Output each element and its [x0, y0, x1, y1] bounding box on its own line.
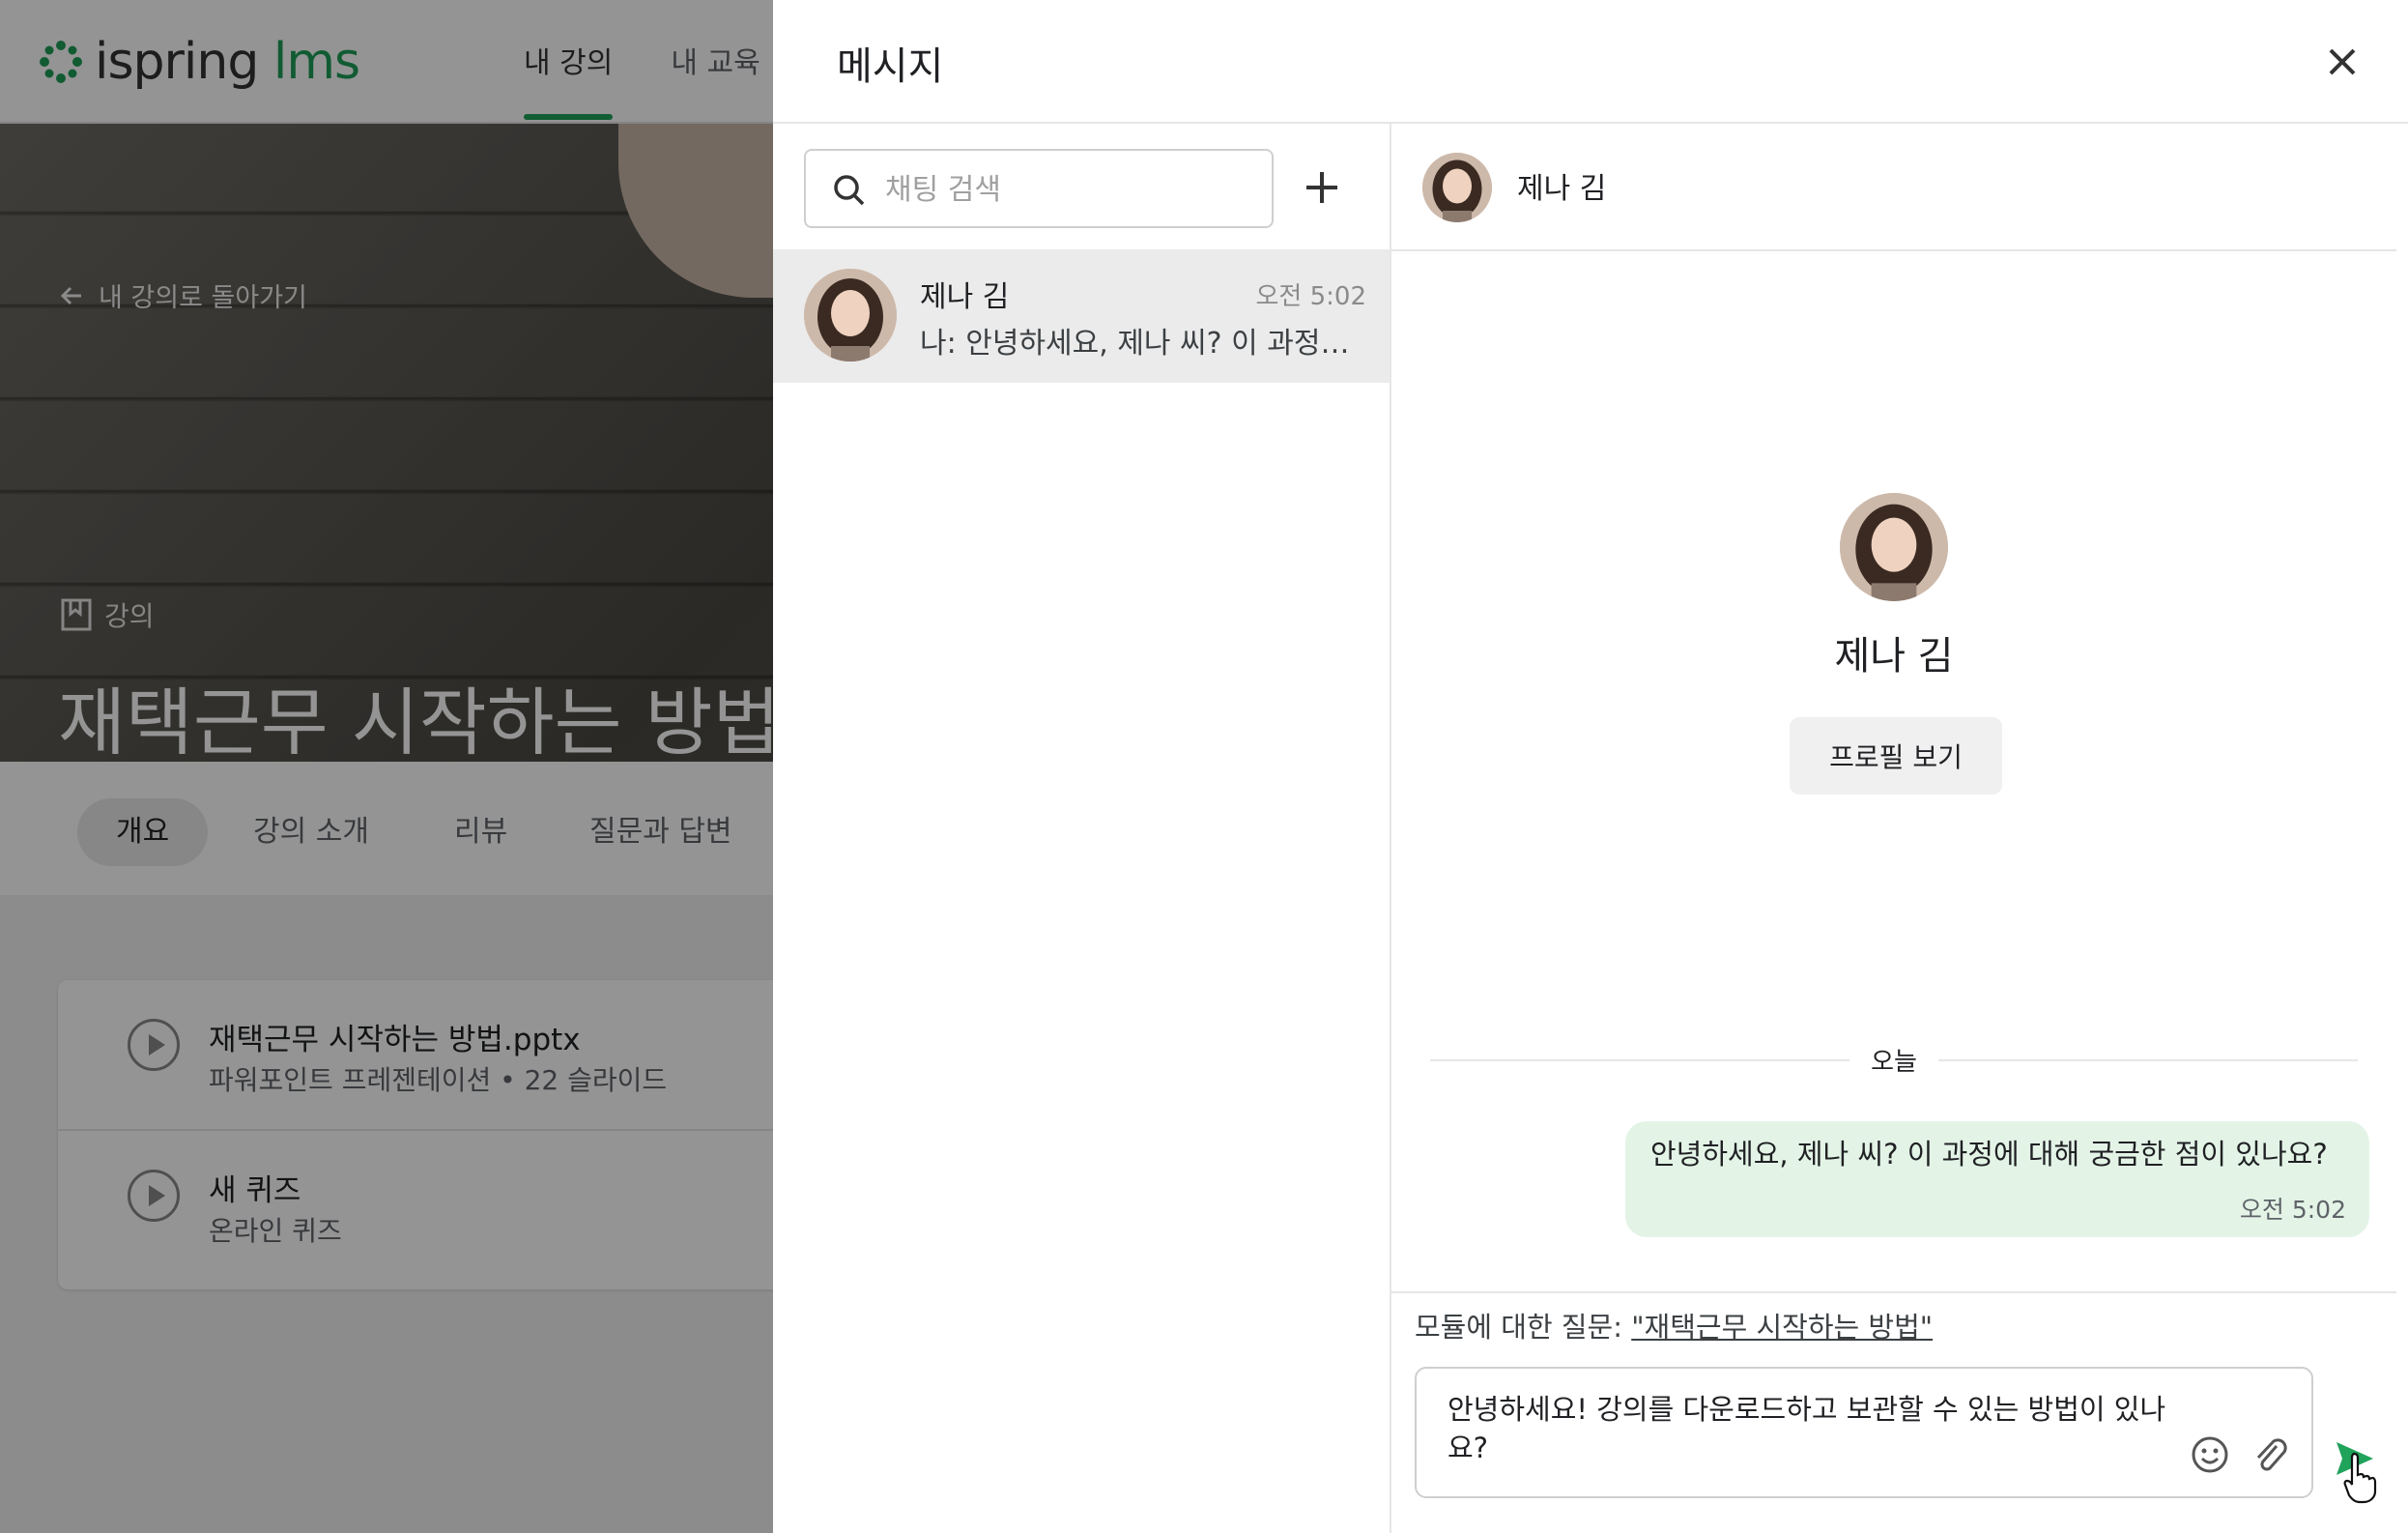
day-label: 오늘	[1849, 1042, 1938, 1078]
avatar-image	[1422, 153, 1492, 222]
message-text: 안녕하세요, 제나 씨? 이 과정에 대해 궁금한 점이 있나요?	[1650, 1138, 2328, 1171]
conversation-list: 제나 김 오전 5:02 나: 안녕하세요, 제나 씨? 이 과정에 대해 궁금…	[773, 124, 1391, 1533]
message-input[interactable]: 안녕하세요! 강의를 다운로드하고 보관할 수 있는 방법이 있나요?	[1448, 1390, 2182, 1467]
avatar-image	[804, 269, 897, 362]
profile-name: 제나 김	[1834, 634, 1954, 679]
attach-icon[interactable]	[2250, 1432, 2288, 1475]
conversation-preview: 나: 안녕하세요, 제나 씨? 이 과정에 대해 궁금한 점이 있나요?	[920, 327, 1364, 361]
chat-header: 제나 김	[1391, 124, 2396, 251]
message-time: 오전 5:02	[2239, 1196, 2346, 1224]
conversation-item[interactable]: 제나 김 오전 5:02 나: 안녕하세요, 제나 씨? 이 과정에 대해 궁금…	[773, 249, 1390, 383]
chat-search	[804, 149, 1274, 228]
context-module-link[interactable]: "재택근무 시작하는 방법"	[1631, 1311, 1933, 1344]
modal-overlay[interactable]	[0, 0, 773, 1533]
conversation-time: 오전 5:02	[1255, 282, 1367, 311]
new-chat-plus-icon[interactable]	[1295, 160, 1349, 215]
avatar	[804, 269, 897, 362]
outgoing-message: 안녕하세요, 제나 씨? 이 과정에 대해 궁금한 점이 있나요? 오전 5:0…	[1625, 1121, 2369, 1237]
messages-drawer: 메시지 제나 김 오전 5:02 나: 안녕하세요, 제나 씨? 이 과정에 대…	[773, 0, 2408, 1533]
message-composer[interactable]: 안녕하세요! 강의를 다운로드하고 보관할 수 있는 방법이 있나요?	[1415, 1367, 2313, 1498]
chat-header-name[interactable]: 제나 김	[1517, 164, 1606, 207]
hand-cursor-icon	[2343, 1452, 2377, 1504]
close-icon[interactable]	[2319, 39, 2365, 85]
chat-search-input[interactable]	[883, 162, 1260, 217]
composer-divider	[1391, 1291, 2396, 1293]
chat-panel: 제나 김 제나 김 프로필 보기 오늘 안녕하세요, 제나 씨? 이 과정에 대…	[1391, 124, 2408, 1533]
drawer-title: 메시지	[837, 44, 944, 89]
context-prefix: 모듈에 대한 질문:	[1415, 1311, 1632, 1344]
module-context: 모듈에 대한 질문: "재택근무 시작하는 방법"	[1415, 1305, 1933, 1345]
conversation-name: 제나 김	[920, 280, 1010, 314]
emoji-icon[interactable]	[2190, 1434, 2230, 1475]
avatar[interactable]	[1422, 153, 1492, 222]
search-icon	[834, 175, 865, 206]
view-profile-button[interactable]: 프로필 보기	[1790, 717, 2002, 795]
profile-avatar	[1840, 493, 1948, 601]
drawer-header: 메시지	[773, 0, 2408, 124]
avatar-image	[1840, 493, 1948, 601]
